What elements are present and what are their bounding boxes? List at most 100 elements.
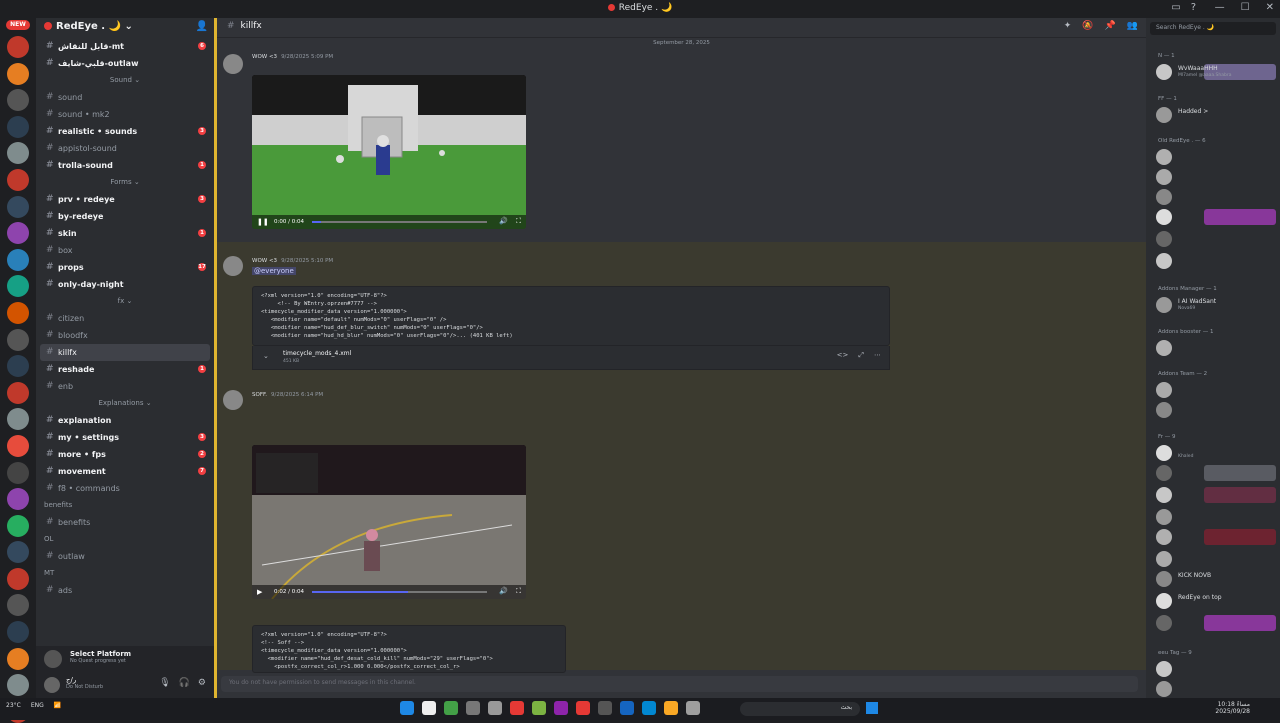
taskbar-app-icon[interactable]	[554, 701, 568, 715]
member-item[interactable]	[1154, 168, 1276, 186]
expand-icon[interactable]: ⤢	[858, 351, 864, 360]
channel-trolla-sound[interactable]: # trolla-sound 1	[36, 157, 214, 174]
channel-more-fps[interactable]: # more • fps 2	[36, 446, 214, 463]
microphone-icon[interactable]: 🎙	[159, 678, 170, 688]
member-item[interactable]	[1154, 188, 1276, 206]
member-item[interactable]	[1154, 614, 1276, 632]
server-icon[interactable]	[7, 674, 29, 697]
avatar[interactable]	[223, 54, 243, 74]
author-name[interactable]: WOW <3	[252, 54, 277, 60]
volume-icon[interactable]: 🔊	[499, 217, 508, 225]
member-item[interactable]	[1154, 381, 1276, 399]
server-icon[interactable]	[7, 355, 29, 378]
server-icon[interactable]	[7, 621, 29, 644]
channel-category[interactable]: Sound ⌄	[36, 72, 214, 89]
channel-skin[interactable]: # skin 1	[36, 225, 214, 242]
headset-icon[interactable]: 🎧	[179, 678, 190, 688]
channel-category[interactable]: MT	[36, 565, 214, 582]
channel--outlaw[interactable]: # قلبي-شايف-outlaw	[36, 55, 214, 72]
server-icon[interactable]	[7, 461, 29, 484]
video-progress[interactable]	[312, 221, 487, 223]
platform-panel[interactable]: Select Platform No Quest progress yet	[36, 646, 214, 672]
channel-appistol-sound[interactable]: # appistol-sound	[36, 140, 214, 157]
server-icon[interactable]	[7, 222, 29, 245]
member-item[interactable]	[1154, 208, 1276, 226]
channel-reshade[interactable]: # reshade 1	[36, 361, 214, 378]
server-icon[interactable]	[7, 195, 29, 218]
channel-category[interactable]: fx ⌄	[36, 293, 214, 310]
pause-icon[interactable]: ❚❚	[257, 218, 269, 226]
mention-everyone[interactable]: @everyone	[252, 267, 296, 275]
taskbar-app-icon[interactable]	[620, 701, 634, 715]
channel-citizen[interactable]: # citizen	[36, 310, 214, 327]
author-name[interactable]: SOFF.	[252, 392, 267, 398]
chevron-down-icon[interactable]: ⌄	[263, 352, 269, 360]
taskbar-app-icon[interactable]	[686, 701, 700, 715]
fullscreen-icon[interactable]: ⛶	[516, 217, 521, 226]
language-indicator[interactable]: ENG	[31, 702, 44, 709]
member-item[interactable]: Hadded >	[1154, 106, 1276, 124]
member-item[interactable]	[1154, 508, 1276, 526]
start-button[interactable]	[866, 702, 878, 714]
channel--mt[interactable]: # قابل للنقاش-mt 6	[36, 38, 214, 55]
avatar[interactable]	[223, 390, 243, 410]
close-button[interactable]: ✕	[1266, 2, 1274, 13]
member-item[interactable]: I AI WadSant Nova69	[1154, 296, 1276, 314]
server-icon[interactable]	[7, 275, 29, 298]
wifi-icon[interactable]: 📶	[54, 702, 61, 709]
play-icon[interactable]: ▶	[257, 588, 262, 596]
server-icon[interactable]	[7, 142, 29, 165]
member-item[interactable]	[1154, 680, 1276, 698]
channel-my-settings[interactable]: # my • settings 3	[36, 429, 214, 446]
channel-outlaw[interactable]: # outlaw	[36, 548, 214, 565]
video-player[interactable]: ▶ 0:02 / 0:04 🔊 ⛶	[252, 445, 526, 599]
server-icon[interactable]	[7, 115, 29, 138]
channel-category[interactable]: OL	[36, 531, 214, 548]
channel-realistic-sounds[interactable]: # realistic • sounds 3	[36, 123, 214, 140]
channel-category[interactable]: Explanations ⌄	[36, 395, 214, 412]
taskbar-app-icon[interactable]	[422, 701, 436, 715]
server-icon[interactable]	[7, 62, 29, 85]
more-icon[interactable]: ⋯	[874, 351, 881, 360]
notification-icon[interactable]: 🔕	[1082, 21, 1093, 31]
members-icon[interactable]: 👥	[1127, 21, 1138, 31]
member-item[interactable]: Khaled	[1154, 444, 1276, 462]
server-icon[interactable]	[7, 328, 29, 351]
threads-icon[interactable]: ✦	[1064, 21, 1072, 31]
inbox-icon[interactable]: ▭	[1171, 2, 1180, 13]
taskbar-app-icon[interactable]	[532, 701, 546, 715]
member-item[interactable]	[1154, 550, 1276, 568]
gear-icon[interactable]: ⚙	[198, 678, 206, 688]
weather-widget[interactable]: 23°C	[6, 702, 21, 709]
server-icon[interactable]	[7, 434, 29, 457]
server-icon[interactable]	[7, 301, 29, 324]
channel-explanation[interactable]: # explanation	[36, 412, 214, 429]
channel-props[interactable]: # props 17	[36, 259, 214, 276]
channel-benefits[interactable]: # benefits	[36, 514, 214, 531]
add-member-icon[interactable]: 👤	[196, 21, 208, 32]
author-name[interactable]: WOW <3	[252, 258, 277, 264]
member-item[interactable]: RedEye on top	[1154, 592, 1276, 610]
minimize-button[interactable]: —	[1215, 2, 1225, 13]
server-icon[interactable]	[7, 168, 29, 191]
taskbar-app-icon[interactable]	[444, 701, 458, 715]
channel-prv-redeye[interactable]: # prv • redeye 3	[36, 191, 214, 208]
help-icon[interactable]: ?	[1191, 2, 1196, 13]
channel-movement[interactable]: # movement 7	[36, 463, 214, 480]
channel-box[interactable]: # box	[36, 242, 214, 259]
server-icon[interactable]	[7, 36, 29, 58]
server-icon[interactable]	[7, 248, 29, 271]
guild-header[interactable]: RedEye . 🌙 ⌄ 👤	[36, 18, 214, 38]
member-item[interactable]	[1154, 401, 1276, 419]
member-item[interactable]: KICK NOVB	[1154, 570, 1276, 588]
clock[interactable]: مساءً 10:18 2025/09/28	[1215, 701, 1250, 715]
search-input[interactable]: Search RedEye . 🌙	[1150, 22, 1276, 35]
server-icon[interactable]	[7, 594, 29, 617]
server-icon[interactable]	[7, 647, 29, 670]
server-icon[interactable]	[7, 541, 29, 564]
server-icon[interactable]	[7, 488, 29, 511]
taskbar-app-icon[interactable]	[488, 701, 502, 715]
file-attachment[interactable]: ⌄ timecycle_mods_4.xml 451 KB <> ⤢ ⋯	[252, 346, 890, 370]
channel-bloodfx[interactable]: # bloodfx	[36, 327, 214, 344]
file-name[interactable]: timecycle_mods_4.xml	[283, 350, 351, 357]
